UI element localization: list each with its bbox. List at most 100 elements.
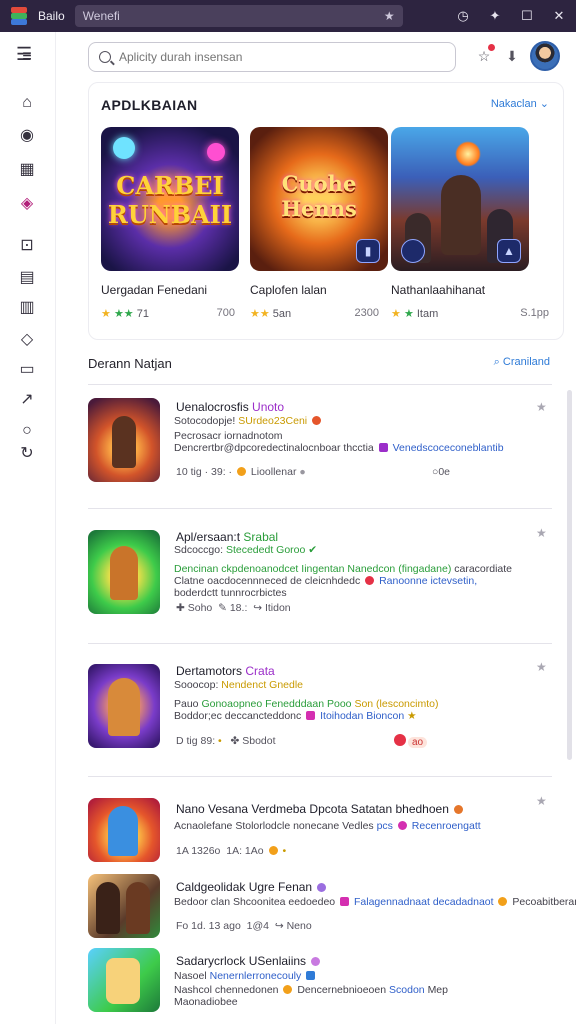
trend-icon[interactable]: ↗	[16, 388, 38, 410]
tile-3-coin-icon	[401, 239, 425, 263]
tile-3-rating: ★ ★ Itam	[391, 308, 439, 320]
row-2-meta: ✚ Soho ✎ 18.: ↪ Itidon	[176, 602, 291, 614]
featured-tile-3[interactable]: ▲	[391, 127, 529, 271]
games-icon[interactable]: ◉	[16, 124, 38, 146]
tile-2-rating: ★★ 5an	[250, 308, 292, 320]
row-1-sub-3: Dencrertbr@dpcoredectinalocnboar thcctia…	[174, 442, 504, 454]
library-icon[interactable]: ▤	[16, 266, 38, 288]
row-6-title[interactable]: Sadarycrlock USenlaiins	[176, 954, 322, 968]
row-5-title[interactable]: Caldgeolidak Ugre Fenan	[176, 880, 328, 894]
character-figure	[108, 806, 138, 856]
notifications-icon[interactable]: ☆	[474, 43, 496, 66]
character-figure	[112, 416, 136, 468]
divider	[88, 508, 552, 509]
hamburger-icon[interactable]: ☰	[16, 44, 38, 64]
address-bar[interactable]: Wenefi ★	[74, 5, 403, 27]
row-4-favorite-icon[interactable]: ★	[536, 794, 547, 808]
history-icon[interactable]: ◷	[454, 8, 472, 24]
row-5-app-icon[interactable]	[88, 874, 160, 938]
tile-2-count: 2300	[354, 307, 379, 319]
circle-icon[interactable]: ○	[16, 420, 38, 442]
app-logo-icon	[8, 7, 30, 25]
home-icon[interactable]: ⌂	[16, 92, 38, 114]
row-1-sub-2: Pecrosacr iornadnotom	[174, 430, 283, 442]
share-icon: ↪	[253, 602, 263, 614]
flame-icon	[455, 141, 481, 167]
row-6-app-icon[interactable]	[88, 948, 160, 1012]
row-1-rating: ○0e	[432, 466, 451, 478]
star-icon: ★★	[250, 308, 270, 320]
avatar[interactable]	[530, 41, 560, 71]
character-figure	[126, 882, 150, 934]
tile-3-badge-icon: ▲	[497, 239, 521, 263]
featured-tile-1[interactable]: CARBEI RUNBAII	[101, 127, 239, 271]
row-1-meta: 10 tig · 39: · Lioollenar ●	[176, 466, 306, 478]
row-3-sub-1: Sooocop: Nendenct Gnedle	[174, 679, 304, 691]
extensions-icon[interactable]: ✦	[486, 8, 504, 24]
row-1-sub-1: Sotocodopje! SUrdeo23Ceni	[174, 415, 323, 427]
row-2-title[interactable]: Apl/ersaan:t Srabal	[176, 530, 278, 544]
row-2-sub-3: Clatne oacdocennneced de cleicnhdedc Ran…	[174, 575, 478, 587]
row-1-app-icon[interactable]	[88, 398, 160, 482]
star-icon: ★	[391, 308, 401, 320]
row-2-sub-2: Dencinan ckpdenoanodcet Iingentan Nanedc…	[174, 563, 513, 575]
character-figure	[106, 958, 140, 1004]
row-6-sub-2: Nashcol chennedonen Dencernebnioeoen Sco…	[174, 984, 448, 996]
character-figure	[108, 678, 140, 736]
tile-3-count: S.1pp	[520, 307, 549, 319]
bookmark-star-icon[interactable]: ★	[384, 9, 395, 23]
section-link[interactable]: ⌕ Craniland	[494, 356, 550, 369]
close-icon[interactable]: ✕	[550, 8, 568, 24]
row-2-sub-4: boderdctt tunnrocrbictes	[174, 587, 287, 599]
row-2-sub-1: Sdcoccgo: Stecededt Goroo ✔	[174, 544, 318, 556]
download-icon[interactable]: ⬇	[502, 46, 522, 66]
character-figure	[110, 546, 138, 600]
row-4-sub-1: Acnaolefane Stolorlodcle nonecane Vedles…	[174, 820, 481, 832]
orb-icon	[207, 143, 225, 161]
address-text: Wenefi	[82, 9, 120, 23]
gamepad-icon[interactable]: ⊡	[16, 234, 38, 256]
row-3-favorite-icon[interactable]: ★	[536, 660, 547, 674]
tile-1-count: 700	[216, 307, 235, 319]
row-3-app-icon[interactable]	[88, 664, 160, 748]
row-6-sub-1: Nasoel Nenernlerronecouly	[174, 970, 317, 982]
row-2-favorite-icon[interactable]: ★	[536, 526, 547, 540]
apps-icon[interactable]: ▦	[16, 158, 38, 180]
divider	[88, 776, 552, 777]
tile-2-badge-icon: ▮	[356, 239, 380, 263]
tile-2-name[interactable]: Caplofen lalan	[250, 283, 327, 297]
row-4-title[interactable]: Nano Vesana Verdmeba Dpcota Satatan bhed…	[176, 802, 465, 816]
calendar-icon[interactable]: ▥	[16, 296, 38, 318]
row-1-favorite-icon[interactable]: ★	[536, 400, 547, 414]
search-input[interactable]	[119, 50, 439, 64]
row-5-meta: Fo 1d. 13 ago 1@4 ↪ Neno	[176, 920, 312, 932]
row-5-sub-1: Bedoor clan Shcoonitea eedoedeo Falagenn…	[174, 896, 576, 908]
row-4-app-icon[interactable]	[88, 798, 160, 862]
tag-icon[interactable]: ◇	[16, 328, 38, 350]
row-3-title[interactable]: Dertamotors Crata	[176, 664, 275, 678]
scrollbar[interactable]	[567, 390, 572, 760]
tile-1-rating: ★ ★★ 71	[101, 308, 149, 320]
row-3-meta: D tig 89: • ✤ Sbodot	[176, 735, 276, 747]
maximize-icon[interactable]: ☐	[518, 8, 536, 24]
row-3-rating: ao	[392, 734, 428, 748]
left-navigation-rail: ≡ ⌂ ◉ ▦ ◈ ⊡ ▤ ▥ ◇ ▭ ↗ ○ ↻	[0, 32, 56, 1024]
tile-1-name[interactable]: Uergadan Fenedani	[101, 283, 207, 297]
row-1-title[interactable]: Uenalocrosfis Unoto	[176, 400, 284, 414]
divider	[88, 384, 552, 385]
store-icon[interactable]: ◈	[16, 192, 38, 214]
tile-3-name[interactable]: Nathanlaahihanat	[391, 283, 485, 297]
row-2-app-icon[interactable]	[88, 530, 160, 614]
chevron-down-icon: ⌄	[539, 98, 549, 110]
notification-badge	[487, 43, 496, 52]
featured-more-link[interactable]: Nakaclan ⌄	[491, 97, 549, 110]
search-bar[interactable]	[88, 42, 456, 72]
featured-tile-2[interactable]: Cuohe Henns ▮	[250, 127, 388, 271]
tile-1-art-text: CARBEI RUNBAII	[107, 171, 233, 229]
app-title: Bailo	[38, 9, 65, 23]
refresh-icon[interactable]: ↻	[16, 442, 38, 464]
news-icon[interactable]: ▭	[16, 358, 38, 380]
thumb-icon: ✚	[176, 602, 185, 614]
row-3-sub-2: Pauo Gonoaopneo Fenedddaan Pooo Son (les…	[174, 698, 439, 710]
title-bar: Bailo Wenefi ★ ◷ ✦ ☐ ✕	[0, 0, 576, 32]
